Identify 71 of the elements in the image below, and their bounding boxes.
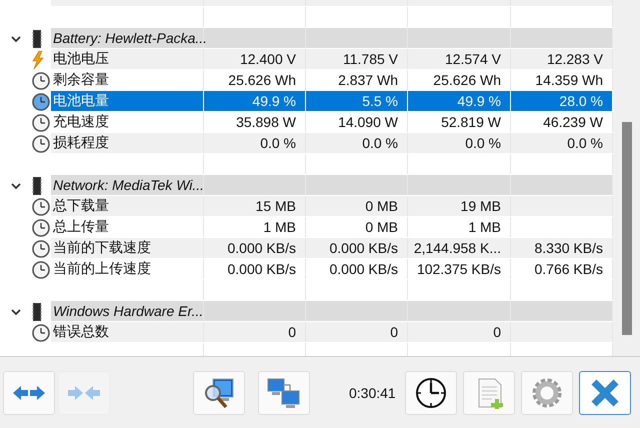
sensor-value: 25.626 Wh [228, 72, 296, 88]
sensor-value: 0.000 KB/s [228, 261, 296, 277]
sensor-value: 15 MB [256, 198, 296, 214]
sensor-value: 12.574 V [444, 51, 501, 67]
sensor-name: 电池电压 [53, 50, 109, 68]
sensor-name: 当前的下载速度 [53, 239, 151, 257]
sensor-value: 0.766 KB/s [534, 261, 603, 277]
sensor-name: 剩余容量 [53, 71, 109, 89]
sensor-value: 0.0 % [567, 135, 603, 151]
sensor-row[interactable]: 错误总数 0 0 0 [51, 322, 613, 343]
sensor-value: 0 [493, 324, 501, 340]
sensor-value: 1 MB [263, 219, 296, 235]
sensor-value: 12.283 V [546, 51, 603, 67]
sensor-value: 28.0 % [559, 93, 603, 109]
lightning-icon [32, 50, 44, 68]
sensor-value: 19 MB [460, 198, 501, 214]
sensor-value: 46.239 W [543, 114, 603, 130]
sensor-name: 总上传量 [53, 218, 109, 236]
chip-icon [32, 302, 42, 320]
sensor-value: 14.359 Wh [535, 72, 603, 88]
scrollbar-thumb[interactable] [622, 122, 632, 335]
close-button[interactable] [578, 370, 631, 414]
sensor-name: 电池电量 [53, 92, 109, 110]
toolbar-button[interactable] [404, 370, 457, 414]
sensor-value: 2.837 Wh [338, 72, 398, 88]
group-title: Windows Hardware Er... [53, 303, 204, 319]
sensor-row[interactable]: 当前的下载速度 0.000 KB/s 0.000 KB/s 2,144.958 K... 8.330 KB/s [51, 238, 613, 259]
sensor-value: 0.0 % [260, 135, 296, 151]
sensor-name: 当前的上传速度 [53, 260, 151, 278]
sensor-value: 14.090 W [338, 114, 398, 130]
sensor-value: 0 [390, 324, 398, 340]
sensor-row[interactable]: 剩余容量 25.626 Wh 2.837 Wh 25.626 Wh 14.359 Wh [51, 70, 613, 91]
sensor-value: 0.000 KB/s [330, 261, 398, 277]
sensor-value: 0.0 % [465, 135, 501, 151]
chip-icon [32, 30, 42, 48]
chip-icon [32, 176, 42, 194]
sensor-value: 1 MB [468, 219, 501, 235]
sensor-name: 损耗程度 [53, 134, 109, 152]
sensor-value: 0.000 KB/s [228, 240, 296, 256]
sensor-value: 35.898 W [236, 114, 296, 130]
sensor-value: 0.000 KB/s [330, 240, 398, 256]
elapsed-time: 0:30:41 [349, 384, 396, 400]
sensor-value: 5.5 % [362, 93, 398, 109]
sensor-row[interactable]: 损耗程度 0.0 % 0.0 % 0.0 % 0.0 % [51, 133, 613, 154]
sensor-value: 12.400 V [240, 51, 296, 67]
sensor-row[interactable]: 电池电量 49.9 % 5.5 % 49.9 % 28.0 % [51, 91, 613, 112]
scrollbar[interactable] [613, 0, 640, 356]
sensor-name: 总下载量 [53, 197, 109, 215]
sensor-value: 2,144.958 K... [414, 240, 501, 256]
sensor-value: 102.375 KB/s [416, 261, 501, 277]
sensor-value: 0 MB [365, 219, 398, 235]
sensor-row[interactable]: 电池电压 12.400 V 11.785 V 12.574 V 12.283 V [51, 49, 613, 70]
sensor-row[interactable]: 充电速度 35.898 W 14.090 W 52.819 W 46.239 W [51, 112, 613, 133]
group-title: Battery: Hewlett-Packa... [53, 30, 208, 46]
sensor-name: 充电速度 [53, 113, 109, 131]
sensor-value: 49.9 % [252, 93, 296, 109]
sensor-name: 错误总数 [53, 323, 109, 341]
sensor-value: 0 MB [365, 198, 398, 214]
sensor-value: 52.819 W [441, 114, 501, 130]
sensor-value: 11.785 V [342, 51, 398, 67]
sensor-value: 0 [288, 324, 296, 340]
sensor-row[interactable]: 总上传量 1 MB 0 MB 1 MB [51, 217, 613, 238]
group-title: Network: MediaTek Wi... [53, 177, 204, 193]
sensor-value: 8.330 KB/s [534, 240, 603, 256]
gauge-icon [32, 92, 50, 110]
sensor-row[interactable]: 总下载量 15 MB 0 MB 19 MB [51, 196, 613, 217]
sensor-value: 49.9 % [457, 93, 501, 109]
sensor-row[interactable]: 当前的上传速度 0.000 KB/s 0.000 KB/s 102.375 KB/s 0.766 KB/s [51, 259, 613, 280]
sensor-value: 0.0 % [362, 135, 398, 151]
sensor-value: 25.626 Wh [433, 72, 501, 88]
network-monitors-icon [266, 376, 302, 408]
